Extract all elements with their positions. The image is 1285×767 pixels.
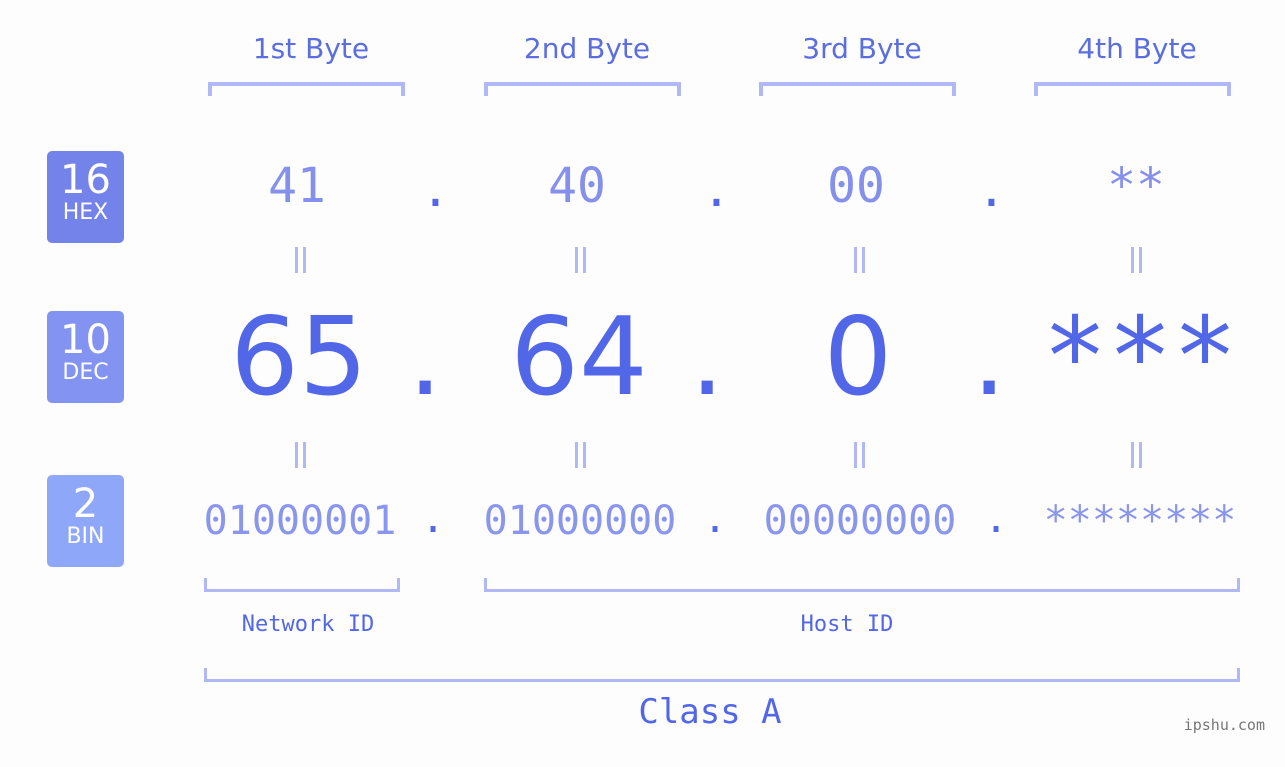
hex-byte-3: 00	[827, 158, 885, 214]
dec-separator: .	[972, 295, 1007, 420]
host-id-bracket	[484, 578, 1240, 592]
bin-separator: .	[421, 496, 446, 542]
hex-base-label: HEX	[62, 200, 109, 225]
hex-badge: 16 HEX	[47, 151, 124, 243]
dec-byte-4: ***	[1042, 295, 1238, 420]
bin-byte-2: 01000000	[483, 498, 677, 544]
dec-base-label: DEC	[62, 360, 109, 385]
hex-separator: .	[421, 162, 450, 218]
equals-sign	[1126, 442, 1146, 468]
byte-bracket-3	[759, 82, 956, 96]
bin-base-label: BIN	[66, 524, 105, 549]
dec-base-number: 10	[60, 317, 111, 363]
byte-header-1: 1st Byte	[252, 32, 370, 65]
bin-badge: 2 BIN	[47, 475, 124, 567]
network-id-bracket	[204, 578, 400, 592]
dec-byte-1: 65	[230, 295, 368, 420]
class-bracket	[204, 668, 1240, 682]
equals-sign	[570, 247, 590, 273]
dec-separator: .	[408, 295, 443, 420]
byte-bracket-1	[208, 82, 405, 96]
dec-byte-2: 64	[510, 295, 648, 420]
hex-base-number: 16	[60, 157, 111, 203]
bin-byte-4: ********	[1043, 498, 1237, 544]
class-label: Class A	[638, 692, 782, 732]
equals-sign	[290, 247, 310, 273]
bin-byte-1: 01000001	[203, 498, 397, 544]
equals-sign	[849, 442, 869, 468]
byte-header-3: 3rd Byte	[802, 32, 922, 65]
equals-sign	[570, 442, 590, 468]
hex-separator: .	[702, 162, 731, 218]
equals-sign	[849, 247, 869, 273]
dec-byte-3: 0	[823, 295, 893, 420]
bin-separator: .	[984, 496, 1009, 542]
bin-separator: .	[703, 496, 728, 542]
dec-badge: 10 DEC	[47, 311, 124, 403]
hex-byte-2: 40	[548, 158, 606, 214]
hex-separator: .	[977, 162, 1006, 218]
host-id-label: Host ID	[800, 612, 894, 637]
byte-header-2: 2nd Byte	[523, 32, 651, 65]
hex-byte-1: 41	[268, 158, 326, 214]
dec-separator: .	[690, 295, 725, 420]
bin-base-number: 2	[72, 481, 99, 527]
watermark: ipshu.com	[1183, 716, 1265, 734]
byte-bracket-4	[1034, 82, 1231, 96]
bin-byte-3: 00000000	[763, 498, 957, 544]
equals-sign	[290, 442, 310, 468]
byte-header-4: 4th Byte	[1077, 32, 1197, 65]
byte-bracket-2	[484, 82, 681, 96]
network-id-label: Network ID	[241, 612, 375, 637]
equals-sign	[1126, 247, 1146, 273]
hex-byte-4: **	[1107, 158, 1165, 214]
